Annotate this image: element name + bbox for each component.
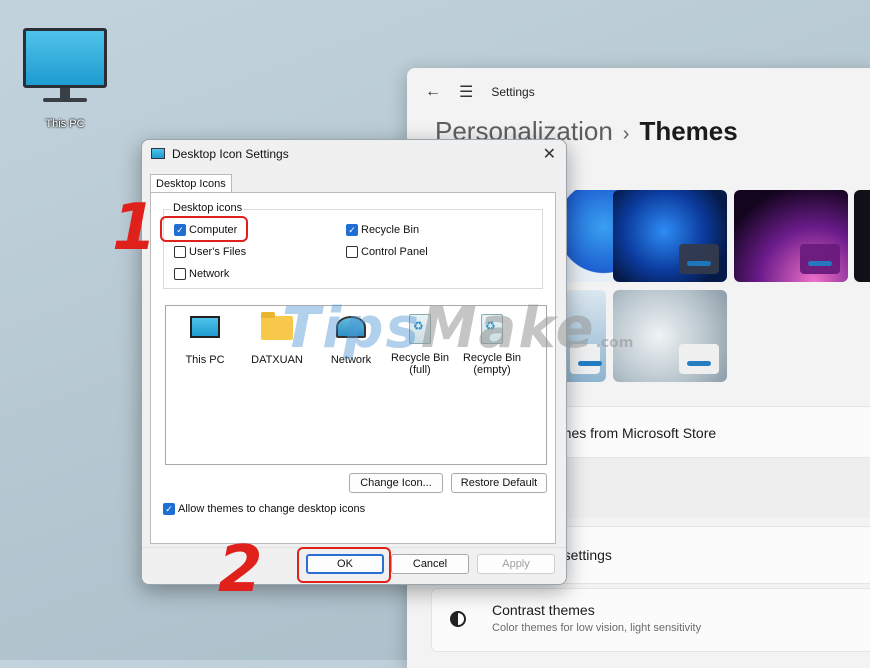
checkbox-label: Recycle Bin bbox=[361, 224, 420, 236]
close-icon[interactable]: ✕ bbox=[543, 144, 556, 164]
contrast-description: Color themes for low vision, light sensi… bbox=[492, 622, 702, 634]
page-title: Themes bbox=[639, 116, 738, 146]
desktop-this-pc-icon[interactable]: This PC bbox=[20, 28, 110, 130]
tab-strip: Desktop Icons bbox=[150, 174, 232, 193]
allow-themes-checkbox[interactable]: ✓ Allow themes to change desktop icons bbox=[163, 503, 365, 515]
browse-themes-text: emes from Microsoft Store bbox=[552, 425, 717, 441]
theme-tile-4[interactable] bbox=[854, 190, 870, 282]
users-files-checkbox[interactable]: User's Files bbox=[174, 246, 246, 258]
contrast-themes-row[interactable]: Contrast themes Color themes for low vis… bbox=[431, 588, 870, 652]
computer-highlight-box bbox=[160, 216, 248, 242]
breadcrumb-separator: › bbox=[622, 123, 630, 145]
restore-default-button[interactable]: Restore Default bbox=[451, 473, 547, 493]
arrow-left-icon[interactable]: ← bbox=[425, 83, 441, 101]
monitor-icon bbox=[23, 28, 107, 88]
monitor-icon bbox=[190, 316, 220, 338]
recycle-bin-checkbox[interactable]: ✓ Recycle Bin bbox=[346, 224, 419, 236]
change-icon-button[interactable]: Change Icon... bbox=[349, 473, 443, 493]
checkbox-label: Control Panel bbox=[361, 246, 428, 258]
settings-header: ← ☰ Settings bbox=[425, 82, 535, 102]
apply-button[interactable]: Apply bbox=[477, 554, 555, 574]
network-checkbox[interactable]: Network bbox=[174, 268, 229, 280]
desktop-icon-settings-icon bbox=[151, 148, 165, 159]
group-legend: Desktop icons bbox=[171, 202, 245, 214]
desktop-icon-settings-dialog: Desktop Icon Settings ✕ Desktop Icons De… bbox=[141, 139, 567, 585]
desktop-icon-label: This PC bbox=[45, 118, 85, 130]
check-icon: ✓ bbox=[163, 503, 175, 515]
tab-desktop-icons[interactable]: Desktop Icons bbox=[150, 174, 232, 193]
list-item-this-pc[interactable]: This PC bbox=[170, 312, 240, 366]
contrast-icon bbox=[450, 611, 466, 627]
list-item-label: This PC bbox=[185, 354, 225, 366]
theme-tile-2[interactable] bbox=[613, 190, 727, 282]
cancel-button[interactable]: Cancel bbox=[391, 554, 469, 574]
checkbox-label: Allow themes to change desktop icons bbox=[178, 503, 366, 515]
step-1-annotation: 1 bbox=[112, 191, 157, 265]
theme-tile-3[interactable] bbox=[734, 190, 848, 282]
checkbox-label: Network bbox=[189, 268, 230, 280]
ok-highlight-box bbox=[297, 547, 391, 583]
watermark: TipsMake.com bbox=[282, 296, 634, 361]
tab-panel: Desktop icons ✓ Computer ✓ Recycle Bin U… bbox=[150, 192, 556, 544]
check-icon: ✓ bbox=[346, 224, 358, 236]
control-panel-checkbox[interactable]: Control Panel bbox=[346, 246, 428, 258]
settings-app-name: Settings bbox=[491, 85, 535, 99]
step-2-annotation: 2 bbox=[218, 533, 263, 607]
contrast-title: Contrast themes bbox=[492, 602, 595, 618]
dialog-title: Desktop Icon Settings bbox=[172, 147, 289, 161]
dialog-titlebar: Desktop Icon Settings ✕ bbox=[142, 140, 566, 170]
checkbox-label: User's Files bbox=[189, 246, 247, 258]
hamburger-icon[interactable]: ☰ bbox=[459, 82, 473, 102]
